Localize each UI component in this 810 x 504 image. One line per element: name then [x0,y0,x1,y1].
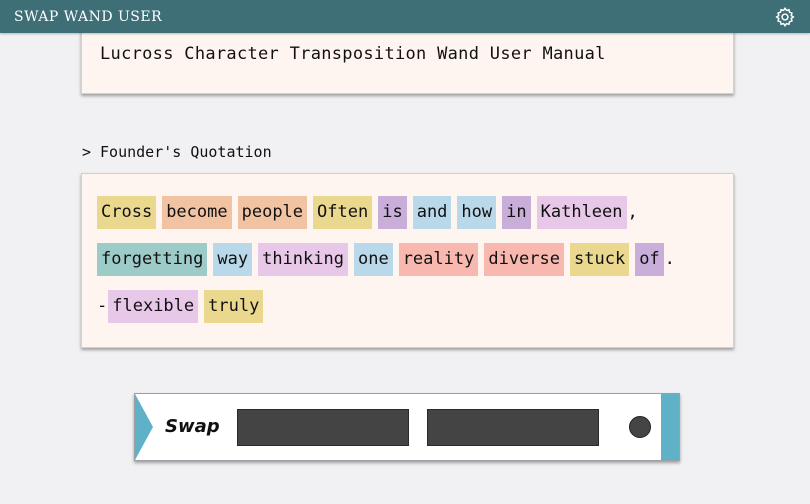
word-token[interactable]: flexible [108,289,199,323]
gear-icon[interactable] [774,6,796,28]
quote-line: forgetting way thinking one reality diverse st… [97,242,722,276]
word-token[interactable]: thinking [258,242,348,276]
wand-label: Swap [165,416,220,437]
wand-cap [661,394,679,460]
top-bar: SWAP WAND USER [0,0,810,33]
word-token[interactable]: people [237,195,308,229]
quote-dash: - [97,296,108,316]
app-title: SWAP WAND USER [14,8,163,25]
word-token[interactable]: one [353,242,393,276]
quotation-tokens: Cross become people Often is and how in Kathleen… [97,195,722,336]
word-token[interactable]: Cross [97,195,157,229]
word-token[interactable]: truly [204,289,264,323]
quote-line: - flexible truly [97,289,722,323]
word-token[interactable]: of [635,242,664,276]
manual-title: Lucross Character Transposition Wand Use… [100,44,606,64]
word-token[interactable]: diverse [484,242,564,276]
word-token[interactable]: Kathleen [536,195,627,229]
quotation-card: Cross become people Often is and how in Kathleen… [81,173,734,348]
word-token[interactable]: forgetting [97,242,208,276]
word-token[interactable]: is [378,195,407,229]
word-token[interactable]: how [457,195,497,229]
word-token[interactable]: way [213,242,253,276]
wand-tip [135,394,153,460]
word-token[interactable]: stuck [570,242,630,276]
word-token[interactable]: in [502,195,531,229]
quote-punctuation: . [664,249,675,269]
swap-wand: Swap [134,393,680,461]
chevron-right-icon: > [82,143,92,161]
quote-line: Cross become people Often is and how in Kathleen… [97,195,722,229]
word-token[interactable]: become [162,195,232,229]
wand-slot-a[interactable] [237,409,409,446]
word-token[interactable]: and [412,195,452,229]
word-token[interactable]: Often [313,195,373,229]
word-token[interactable]: reality [398,242,479,276]
wand-slot-b[interactable] [427,409,599,446]
quote-punctuation: , [627,202,638,222]
quotation-section-toggle[interactable]: > Founder's Quotation [82,143,272,161]
section-title: Founder's Quotation [100,143,272,161]
wand-swap-button[interactable] [629,416,651,438]
